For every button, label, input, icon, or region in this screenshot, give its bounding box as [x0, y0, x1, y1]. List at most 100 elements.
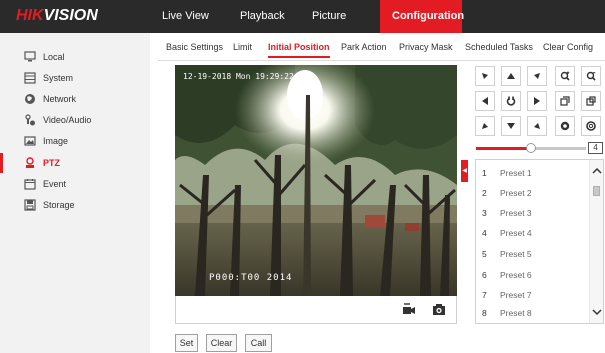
focus-far-icon — [586, 96, 596, 106]
preset-number: 4 — [482, 228, 487, 238]
list-item[interactable]: 5 Preset 5 — [476, 244, 588, 264]
tab-basic-settings[interactable]: Basic Settings — [166, 42, 223, 58]
ptz-down-right-button[interactable] — [527, 116, 547, 136]
zoom-out-icon — [586, 71, 596, 81]
calendar-icon — [24, 179, 36, 190]
clear-button[interactable]: Clear — [206, 334, 237, 352]
list-item[interactable]: 3 Preset 3 — [476, 203, 588, 223]
sidebar-item-label: Storage — [43, 200, 75, 210]
list-item[interactable]: 7 Preset 7 — [476, 285, 588, 305]
tab-park-action[interactable]: Park Action — [341, 42, 387, 58]
preset-number: 8 — [482, 308, 487, 318]
tab-clear-config[interactable]: Clear Config — [543, 42, 593, 58]
set-button[interactable]: Set — [175, 334, 198, 352]
preset-number: 5 — [482, 249, 487, 259]
slider-fill — [476, 147, 531, 150]
sidebar-item-ptz[interactable]: PTZ — [0, 153, 150, 173]
preset-scrollbar[interactable] — [589, 160, 603, 323]
sidebar-item-label: PTZ — [43, 158, 60, 168]
zoom-out-button[interactable] — [581, 66, 601, 86]
tab-scheduled-tasks[interactable]: Scheduled Tasks — [465, 42, 533, 58]
sidebar-item-network[interactable]: Network — [8, 89, 150, 109]
ptz-up-button[interactable] — [501, 66, 521, 86]
ptz-left-button[interactable] — [475, 91, 495, 111]
sidebar-item-local[interactable]: Local — [8, 47, 150, 67]
arrow-down-left-icon — [482, 123, 488, 129]
nav-live-view[interactable]: Live View — [150, 0, 221, 33]
ptz-right-button[interactable] — [527, 91, 547, 111]
sidebar-item-label: Event — [43, 179, 67, 189]
list-item[interactable]: 6 Preset 6 — [476, 265, 588, 285]
tab-privacy-mask[interactable]: Privacy Mask — [399, 42, 453, 58]
iris-open-button[interactable] — [555, 116, 575, 136]
sidebar-item-label: Video/Audio — [43, 115, 92, 125]
call-button[interactable]: Call — [245, 334, 272, 352]
sidebar-item-label: Local — [43, 52, 65, 62]
sidebar-item-video-audio[interactable]: Video/Audio — [8, 110, 150, 130]
sidebar-item-label: System — [43, 73, 74, 83]
globe-icon — [25, 94, 35, 104]
iris-open-icon — [560, 121, 570, 131]
slider-handle[interactable] — [526, 143, 536, 153]
ptz-up-left-button[interactable] — [475, 66, 495, 86]
osd-timestamp: 12-19-2018 Mon 19:29:22 — [183, 72, 294, 81]
arrow-down-icon — [507, 123, 515, 129]
sidebar-item-system[interactable]: System — [8, 68, 150, 88]
nav-playback[interactable]: Playback — [228, 0, 297, 33]
arrow-left-icon — [482, 97, 488, 105]
list-item[interactable]: 8 Preset 8 — [476, 303, 588, 323]
arrow-up-icon — [507, 73, 515, 79]
tab-limit[interactable]: Limit — [233, 42, 252, 58]
preset-number: 7 — [482, 290, 487, 300]
nav-configuration[interactable]: Configuration — [380, 0, 464, 33]
ptz-up-right-button[interactable] — [527, 66, 547, 86]
zoom-in-button[interactable] — [555, 66, 575, 86]
arrow-down-right-icon — [534, 123, 540, 129]
list-item[interactable]: 2 Preset 2 — [476, 183, 588, 203]
sidebar-item-label: Network — [43, 94, 77, 104]
monitor-icon — [24, 51, 36, 62]
sidebar-item-event[interactable]: Event — [8, 174, 150, 194]
chevron-down-icon[interactable] — [592, 307, 602, 317]
top-nav-bar: HIKVISION Live View Playback Picture Con… — [0, 0, 605, 33]
snapshot-icon[interactable] — [432, 303, 446, 316]
nav-picture[interactable]: Picture — [300, 0, 358, 33]
speed-value: 4 — [588, 142, 603, 154]
ptz-down-button[interactable] — [501, 116, 521, 136]
collapse-panel-button[interactable]: ◀ — [461, 160, 468, 182]
scroll-thumb[interactable] — [593, 186, 600, 196]
preset-name: Preset 5 — [500, 249, 532, 259]
preset-name: Preset 6 — [500, 270, 532, 280]
sidebar-item-label: Image — [43, 136, 69, 146]
iris-close-icon — [586, 121, 596, 131]
focus-near-button[interactable] — [555, 91, 575, 111]
hikvision-logo: HIKVISION — [16, 7, 98, 24]
zoom-in-icon — [560, 71, 570, 81]
preset-number: 6 — [482, 270, 487, 280]
list-item[interactable]: 1 Preset 1 — [476, 163, 588, 183]
system-icon — [24, 72, 36, 84]
sidebar-item-image[interactable]: Image — [8, 131, 150, 151]
list-item[interactable]: 4 Preset 4 — [476, 223, 588, 243]
preset-name: Preset 4 — [500, 228, 532, 238]
tab-divider — [158, 60, 605, 61]
ptz-speed-slider[interactable] — [476, 143, 586, 153]
record-icon[interactable] — [402, 303, 416, 316]
iris-close-button[interactable] — [581, 116, 601, 136]
ptz-auto-button[interactable] — [501, 91, 521, 111]
ptz-icon — [26, 157, 34, 168]
chevron-up-icon[interactable] — [592, 166, 602, 176]
tab-initial-position[interactable]: Initial Position — [268, 42, 330, 58]
sidebar-item-storage[interactable]: Storage — [8, 195, 150, 215]
ptz-down-left-button[interactable] — [475, 116, 495, 136]
image-icon — [24, 136, 36, 146]
focus-near-icon — [560, 96, 570, 106]
focus-far-button[interactable] — [581, 91, 601, 111]
camera-scene — [175, 65, 457, 296]
preset-name: Preset 8 — [500, 308, 532, 318]
preset-number: 2 — [482, 188, 487, 198]
arrow-right-icon — [534, 97, 540, 105]
preset-list[interactable]: 1 Preset 1 2 Preset 2 3 Preset 3 4 Prese… — [475, 159, 604, 324]
preset-name: Preset 1 — [500, 168, 532, 178]
live-video-view[interactable]: 12-19-2018 Mon 19:29:22 P000:T00 2014 — [175, 65, 457, 296]
